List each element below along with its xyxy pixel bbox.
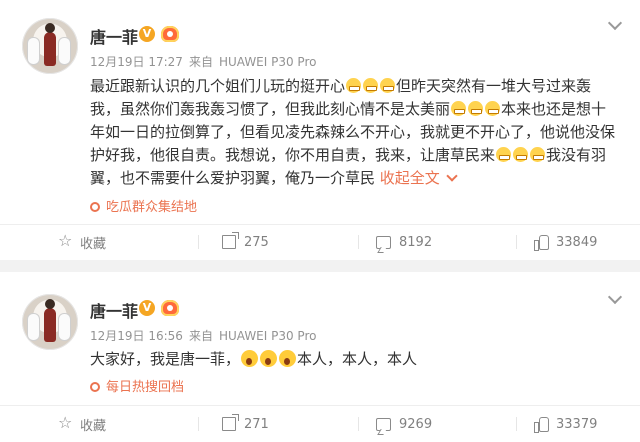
like-button[interactable]: 33379	[534, 414, 597, 434]
source-topic-link[interactable]: 每日热搜回档	[90, 376, 184, 395]
like-button[interactable]: 33849	[534, 232, 597, 252]
chevron-up-icon	[446, 170, 458, 182]
star-icon	[58, 231, 72, 250]
grin-emoji-icon	[513, 147, 529, 162]
collapse-full-text-link[interactable]: 收起全文	[380, 169, 458, 187]
astonished-emoji-icon	[241, 350, 259, 367]
device-name: HUAWEI P30 Pro	[218, 55, 317, 69]
source-topic-link[interactable]: 吃瓜群众集结地	[90, 196, 197, 215]
grin-emoji-icon	[485, 101, 501, 116]
grin-emoji-icon	[451, 101, 467, 116]
author-avatar[interactable]	[22, 294, 78, 350]
user-level-icon	[161, 26, 179, 42]
user-level-icon	[161, 300, 179, 316]
grin-emoji-icon	[346, 78, 362, 93]
comment-button[interactable]: 8192	[376, 232, 432, 252]
post-timestamp[interactable]: 12月19日 16:56	[90, 329, 183, 343]
grin-emoji-icon	[496, 147, 512, 162]
author-avatar[interactable]	[22, 18, 78, 74]
author-name[interactable]: 唐一菲	[90, 298, 138, 322]
verified-badge: V	[139, 26, 155, 42]
grin-emoji-icon	[363, 78, 379, 93]
grin-emoji-icon	[380, 78, 396, 93]
post-menu-chevron-icon[interactable]	[607, 289, 623, 305]
post-content: 大家好，我是唐一菲， 本人，本人，本人	[90, 350, 418, 368]
comment-icon	[376, 235, 391, 249]
repost-button[interactable]: 271	[222, 414, 269, 434]
topic-icon	[90, 202, 100, 212]
grin-emoji-icon	[468, 101, 484, 116]
verified-badge: V	[139, 300, 155, 316]
favorite-button[interactable]: 收藏	[58, 413, 106, 434]
share-icon	[222, 232, 239, 249]
star-icon	[58, 413, 72, 432]
post-content: 最近跟新认识的几个姐们儿玩的挺开心 但昨天突然有一堆大号过来轰我，虽然你们轰我轰习…	[90, 77, 616, 187]
action-bar-divider	[0, 405, 640, 406]
comment-icon	[376, 417, 391, 431]
thumbs-up-icon	[534, 417, 549, 433]
post-menu-chevron-icon[interactable]	[607, 15, 623, 31]
weibo-post-card: 唐一菲 V 12月19日 16:56 来自 HUAWEI P30 Pro 大家好，我…	[0, 272, 640, 442]
author-name[interactable]: 唐一菲	[90, 24, 138, 48]
comment-button[interactable]: 9269	[376, 414, 432, 434]
astonished-emoji-icon	[260, 350, 278, 367]
thumbs-up-icon	[534, 235, 549, 251]
via-prefix: 来自	[188, 329, 213, 343]
repost-button[interactable]: 275	[222, 232, 269, 252]
via-prefix: 来自	[188, 55, 213, 69]
astonished-emoji-icon	[279, 350, 297, 367]
action-bar-divider	[0, 224, 640, 225]
topic-icon	[90, 382, 100, 392]
share-icon	[222, 414, 239, 431]
post-meta: 12月19日 16:56 来自 HUAWEI P30 Pro	[90, 327, 322, 344]
favorite-button[interactable]: 收藏	[58, 231, 106, 252]
post-timestamp[interactable]: 12月19日 17:27	[90, 55, 183, 69]
weibo-post-card: 唐一菲 V 12月19日 17:27 来自 HUAWEI P30 Pro 最近跟新认…	[0, 0, 640, 260]
grin-emoji-icon	[530, 147, 546, 162]
post-meta: 12月19日 17:27 来自 HUAWEI P30 Pro	[90, 53, 322, 70]
device-name: HUAWEI P30 Pro	[218, 329, 317, 343]
